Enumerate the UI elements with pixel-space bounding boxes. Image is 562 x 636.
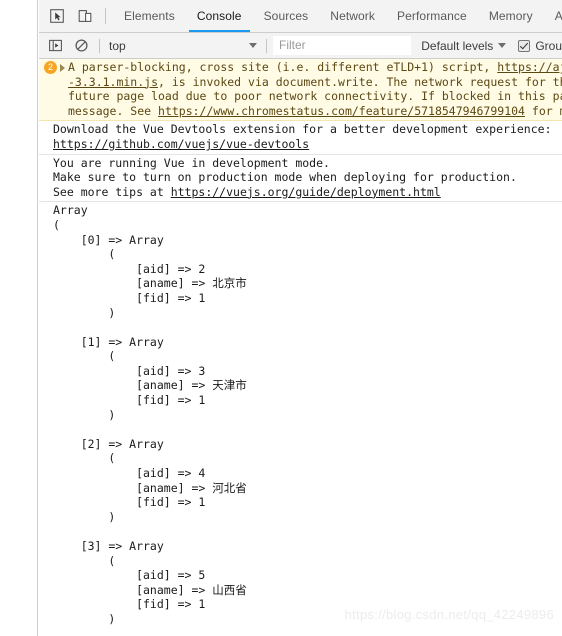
console-sidebar-toggle-icon[interactable]: [42, 39, 68, 52]
tab-application[interactable]: App: [544, 0, 562, 32]
execution-context-select[interactable]: top: [106, 39, 261, 53]
console-link[interactable]: https://www.chromestatus.com/feature/571…: [158, 104, 525, 118]
group-similar-label: Grou: [535, 38, 562, 53]
execution-context-value: top: [109, 38, 126, 53]
clear-console-icon[interactable]: [68, 39, 94, 52]
console-link[interactable]: -3.3.1.min.js: [68, 75, 158, 89]
expand-triangle-icon[interactable]: [60, 64, 65, 72]
tab-performance[interactable]: Performance: [386, 0, 478, 32]
tab-application-label: App: [554, 9, 562, 23]
tab-elements[interactable]: Elements: [113, 0, 186, 32]
warning-count-badge: 2: [44, 61, 57, 74]
warning-text: A parser-blocking, cross site (i.e. diff…: [68, 60, 562, 118]
filter-input[interactable]: [273, 36, 412, 55]
toolbar-divider-1: [99, 38, 100, 53]
group-similar-toggle[interactable]: Grou: [510, 39, 562, 53]
devtools-tabbar: Elements Console Sources Network Perform…: [39, 0, 562, 33]
tab-elements-label: Elements: [124, 9, 175, 23]
devtools-window: Elements Console Sources Network Perform…: [39, 0, 562, 636]
tab-network[interactable]: Network: [319, 0, 386, 32]
inspect-element-icon[interactable]: [43, 0, 71, 32]
tab-memory[interactable]: Memory: [478, 0, 544, 32]
tab-network-label: Network: [330, 9, 376, 23]
console-log-message: Download the Vue Devtools extension for …: [39, 121, 562, 155]
tab-console[interactable]: Console: [186, 0, 253, 32]
chevron-down-icon: [498, 43, 507, 48]
chevron-down-icon: [249, 43, 257, 48]
console-link[interactable]: https://github.com/vuejs/vue-devtools: [53, 137, 309, 151]
device-toolbar-icon[interactable]: [71, 0, 99, 32]
tab-console-label: Console: [196, 9, 242, 23]
console-link[interactable]: https://vuejs.org/guide/deployment.html: [171, 185, 441, 199]
console-output[interactable]: 2 A parser-blocking, cross site (i.e. dif…: [39, 59, 562, 636]
console-toolbar: top Default levels Grou: [39, 33, 562, 59]
page-content-strip: [0, 0, 38, 636]
group-similar-checkbox[interactable]: [518, 39, 531, 52]
tab-performance-label: Performance: [397, 9, 467, 23]
console-log-message: Array ( [0] => Array ( [aid] => 2 [aname…: [53, 203, 247, 626]
tab-sources-label: Sources: [263, 9, 309, 23]
console-link[interactable]: https://ajax: [497, 60, 562, 74]
log-levels-select[interactable]: Default levels: [411, 39, 510, 53]
log-levels-label: Default levels: [421, 38, 494, 53]
console-log-message: You are running Vue in development mode.…: [39, 155, 562, 203]
tab-sources[interactable]: Sources: [253, 0, 320, 32]
console-warning-message: 2 A parser-blocking, cross site (i.e. dif…: [39, 59, 562, 122]
tab-memory-label: Memory: [488, 9, 533, 23]
tabbar-divider: [105, 8, 106, 24]
toolbar-divider-2: [266, 38, 267, 53]
